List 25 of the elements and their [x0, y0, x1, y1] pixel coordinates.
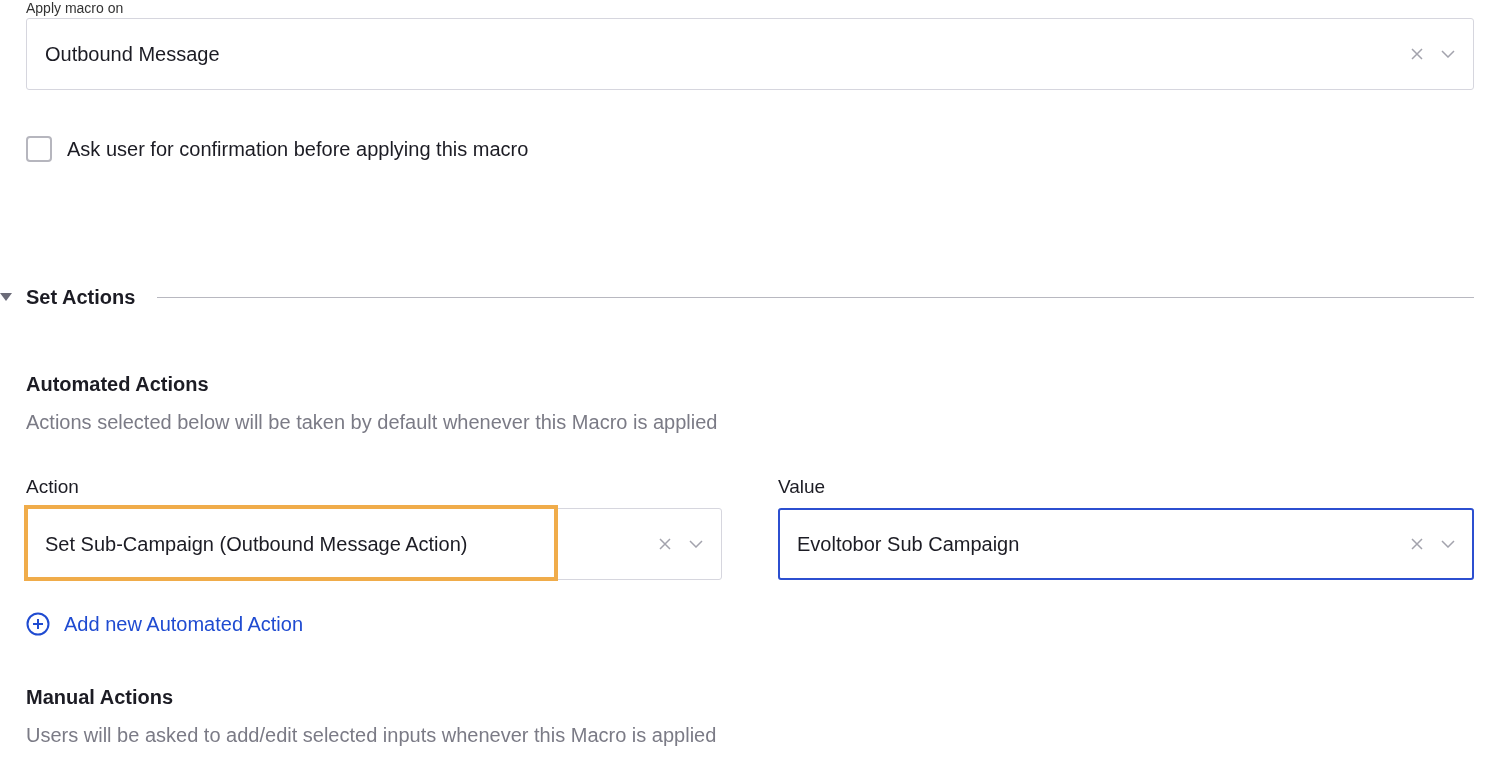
caret-down-icon[interactable]	[0, 292, 12, 303]
clear-icon[interactable]	[659, 538, 671, 550]
checkbox-label: Ask user for confirmation before applying this macro	[67, 137, 529, 161]
description-text: Actions selected below will be taken by default whenever this Macro is applied	[26, 411, 719, 434]
field-label: Apply macro on	[26, 0, 125, 16]
checkbox[interactable]	[26, 136, 52, 162]
field-label: Action	[26, 476, 80, 498]
select-field[interactable]: Set Sub-Campaign (Outbound Message Action)	[26, 508, 722, 580]
description-text: Users will be asked to add/edit selected inputs whenever this Macro is applied	[26, 724, 718, 747]
field-value: Set Sub-Campaign (Outbound Message Action)	[45, 532, 469, 556]
field-label: Value	[778, 476, 827, 498]
section-title: Set Actions	[26, 286, 136, 309]
field-value: Outbound Message	[45, 42, 221, 66]
clear-icon[interactable]	[1411, 48, 1423, 60]
plus-circle-icon[interactable]	[26, 612, 50, 636]
chevron-down-icon[interactable]	[1441, 540, 1455, 548]
subsection-title: Manual Actions	[26, 686, 175, 709]
field-value: Evoltobor Sub Campaign	[797, 532, 1021, 556]
add-action-link[interactable]: Add new Automated Action	[26, 612, 304, 636]
subsection-title: Automated Actions	[26, 373, 210, 396]
select-field[interactable]: Outbound Message	[26, 18, 1474, 90]
select-field[interactable]: Evoltobor Sub Campaign	[778, 508, 1474, 580]
chevron-down-icon[interactable]	[689, 540, 703, 548]
clear-icon[interactable]	[1411, 538, 1423, 550]
chevron-down-icon[interactable]	[1441, 50, 1455, 58]
